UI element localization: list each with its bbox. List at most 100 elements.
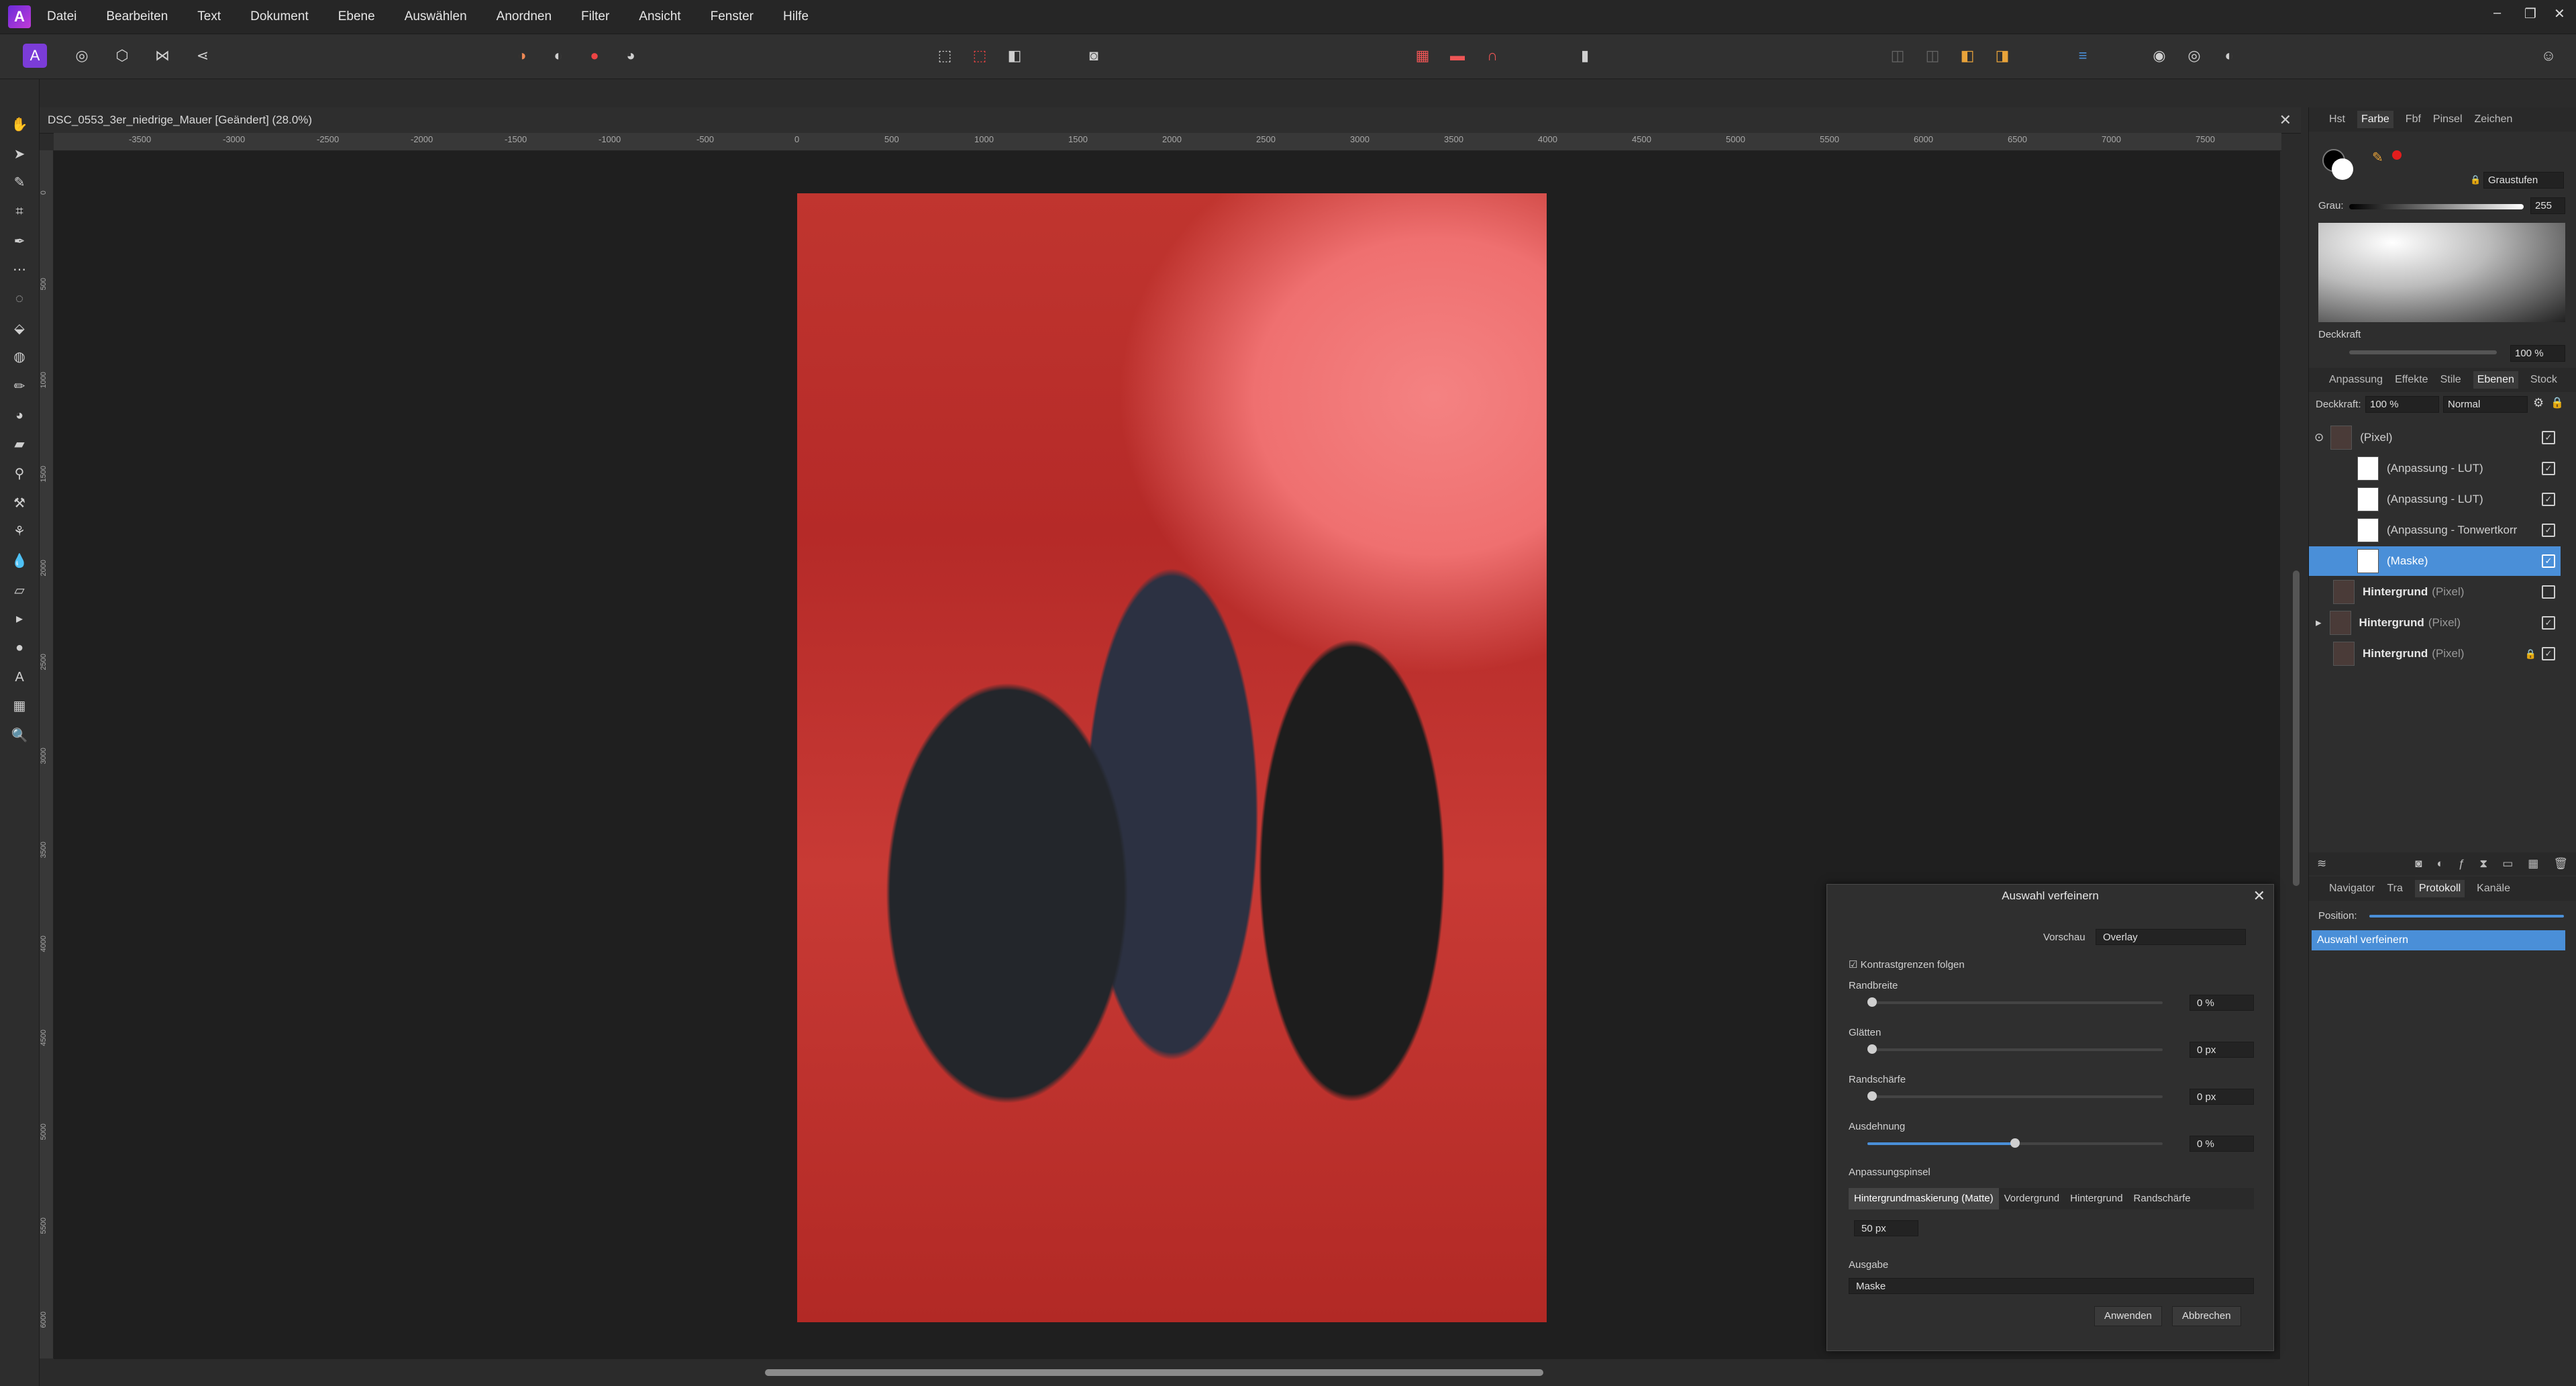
auto-contrast-icon[interactable]: ◐ xyxy=(546,44,570,68)
arrange-back-icon[interactable]: ◧ xyxy=(1955,44,1979,68)
brush-mode-background[interactable]: Hintergrund xyxy=(2065,1188,2128,1209)
flood-fill-icon[interactable]: ⬙ xyxy=(8,317,31,340)
layer-row[interactable]: (Anpassung - LUT) ✓ xyxy=(2309,485,2561,514)
color-mode-select[interactable]: Graustufen xyxy=(2483,172,2564,189)
shape-tool-icon[interactable]: ● xyxy=(8,636,31,659)
collapse-icon[interactable]: ⊙ xyxy=(2314,431,2324,444)
layer-row-selected[interactable]: (Maske) ✓ xyxy=(2309,546,2561,576)
pen-tool-icon[interactable]: ▸ xyxy=(8,607,31,630)
zoom-tool-icon[interactable]: 🔍 xyxy=(8,724,31,746)
tab-styles[interactable]: Stile xyxy=(2440,374,2461,386)
layers-stack-icon[interactable]: ≋ xyxy=(2317,857,2326,871)
selection-brush-icon[interactable]: ✒ xyxy=(8,230,31,252)
slider-knob[interactable] xyxy=(2010,1138,2020,1148)
layer-lock-icon[interactable]: 🔒 xyxy=(2551,396,2564,409)
auto-white-balance-icon[interactable]: ◕ xyxy=(619,44,643,68)
layer-visibility-checkbox[interactable]: ✓ xyxy=(2542,647,2555,660)
menu-fenster[interactable]: Fenster xyxy=(711,9,754,24)
close-document-icon[interactable]: ✕ xyxy=(2279,111,2291,129)
boolean-add-icon[interactable]: ◉ xyxy=(2147,44,2171,68)
eraser-tool-icon[interactable]: ▰ xyxy=(8,432,31,455)
cancel-button[interactable]: Abbrechen xyxy=(2172,1306,2241,1326)
selection-marquee-icon[interactable]: ⬚ xyxy=(933,44,957,68)
crop-tool-icon[interactable]: ⌗ xyxy=(8,200,31,223)
layer-locked-icon[interactable]: 🔒 xyxy=(2525,648,2536,660)
quick-mask-icon[interactable]: ◙ xyxy=(1082,44,1106,68)
align-icon[interactable]: ≡ xyxy=(2071,44,2095,68)
liquify-persona-icon[interactable]: ◎ xyxy=(70,44,94,68)
border-width-value[interactable]: 0 % xyxy=(2189,995,2254,1011)
tab-effects[interactable]: Effekte xyxy=(2395,374,2428,386)
move-forward-icon[interactable]: ◫ xyxy=(1920,44,1945,68)
layer-row[interactable]: Hintergrund (Pixel) xyxy=(2309,577,2561,607)
menu-dokument[interactable]: Dokument xyxy=(250,9,309,24)
layer-visibility-checkbox[interactable]: ✓ xyxy=(2542,554,2555,568)
slider-knob[interactable] xyxy=(1867,1044,1877,1054)
tab-adjustments[interactable]: Anpassung xyxy=(2329,374,2383,386)
layer-settings-icon[interactable]: ⚙ xyxy=(2533,396,2544,410)
restore-icon[interactable]: ❐ xyxy=(2524,5,2536,22)
delete-layer-icon[interactable]: 🗑 xyxy=(2553,857,2568,871)
color-picker-tool-icon[interactable]: ✎ xyxy=(8,170,31,193)
output-select[interactable]: Maske xyxy=(1849,1278,2254,1294)
magnet-icon[interactable]: ∩ xyxy=(1480,44,1504,68)
layer-row[interactable]: Hintergrund (Pixel) 🔒 ✓ xyxy=(2309,639,2561,669)
export-persona-icon[interactable]: ⋖ xyxy=(191,44,215,68)
layer-visibility-checkbox[interactable]: ✓ xyxy=(2542,524,2555,537)
add-pixel-layer-icon[interactable]: ▦ xyxy=(2528,857,2538,871)
smudge-tool-icon[interactable]: ⚘ xyxy=(8,519,31,542)
brush-mode-foreground[interactable]: Vordergrund xyxy=(1999,1188,2065,1209)
move-tool-icon[interactable]: ➤ xyxy=(8,142,31,165)
menu-datei[interactable]: Datei xyxy=(47,9,76,24)
add-live-filter-icon[interactable]: ⧗ xyxy=(2479,857,2487,871)
history-entry[interactable]: Auswahl verfeinern xyxy=(2312,930,2565,950)
add-fx-icon[interactable]: ƒ xyxy=(2459,857,2465,871)
expand-icon[interactable]: ▸ xyxy=(2316,616,2322,630)
vertical-scrollbar[interactable] xyxy=(2293,571,2300,886)
grid-icon[interactable]: ▦ xyxy=(1410,44,1435,68)
boolean-subtract-icon[interactable]: ◎ xyxy=(2182,44,2206,68)
smooth-value[interactable]: 0 px xyxy=(2189,1042,2254,1058)
menu-anordnen[interactable]: Anordnen xyxy=(497,9,552,24)
layer-visibility-checkbox[interactable]: ✓ xyxy=(2542,431,2555,444)
menu-text[interactable]: Text xyxy=(197,9,221,24)
gradient-tool-icon[interactable]: ◍ xyxy=(8,345,31,368)
opacity-slider[interactable] xyxy=(2349,350,2497,354)
layer-row[interactable]: (Anpassung - LUT) ✓ xyxy=(2309,454,2561,483)
menu-ebene[interactable]: Ebene xyxy=(338,9,375,24)
layer-visibility-checkbox[interactable]: ✓ xyxy=(2542,616,2555,630)
mesh-warp-icon[interactable]: ▦ xyxy=(8,694,31,717)
blur-tool-icon[interactable]: 💧 xyxy=(8,549,31,572)
dodge-tool-icon[interactable]: ⚲ xyxy=(8,462,31,485)
menu-auswaehlen[interactable]: Auswählen xyxy=(405,9,467,24)
auto-colors-icon[interactable]: ● xyxy=(582,44,607,68)
color-replace-icon[interactable]: ◕ xyxy=(8,404,31,427)
tab-history[interactable]: Protokoll xyxy=(2414,880,2465,897)
brush-mode-feather[interactable]: Randschärfe xyxy=(2128,1188,2196,1209)
eyedropper-icon[interactable]: ✎ xyxy=(2372,149,2383,166)
document-tab[interactable]: DSC_0553_3er_niedrige_Mauer [Geändert] (… xyxy=(40,107,2301,134)
dialog-close-icon[interactable]: ✕ xyxy=(2253,887,2265,905)
layer-row[interactable]: (Anpassung - Tonwertkorr ✓ xyxy=(2309,515,2561,545)
layer-visibility-checkbox[interactable] xyxy=(2542,585,2555,599)
add-mask-icon[interactable]: ◙ xyxy=(2415,857,2422,871)
paint-brush-icon[interactable]: ✏ xyxy=(8,375,31,397)
border-width-slider[interactable] xyxy=(1867,997,2163,1007)
layer-row[interactable]: ⊙ (Pixel) ✓ xyxy=(2309,423,2561,452)
photo-persona-icon[interactable]: A xyxy=(23,44,47,68)
tab-transform[interactable]: Tra xyxy=(2387,883,2402,895)
tab-layers[interactable]: Ebenen xyxy=(2473,371,2518,389)
marquee-tool-icon[interactable]: ◌ xyxy=(8,287,31,310)
tab-character[interactable]: Zeichen xyxy=(2475,113,2513,126)
menu-filter[interactable]: Filter xyxy=(581,9,609,24)
boolean-intersect-icon[interactable]: ◐ xyxy=(2217,44,2241,68)
hand-tool-icon[interactable]: ✋ xyxy=(8,113,31,136)
add-adjustment-icon[interactable]: ◐ xyxy=(2437,857,2444,871)
layer-visibility-checkbox[interactable]: ✓ xyxy=(2542,493,2555,506)
slider-knob[interactable] xyxy=(1867,997,1877,1007)
snapping-icon[interactable]: ▬ xyxy=(1445,44,1470,68)
ramp-value[interactable]: 0 % xyxy=(2189,1136,2254,1152)
flood-select-icon[interactable]: ⋯ xyxy=(8,258,31,281)
smooth-slider[interactable] xyxy=(1867,1044,2163,1054)
preview-select[interactable]: Overlay xyxy=(2096,929,2246,945)
